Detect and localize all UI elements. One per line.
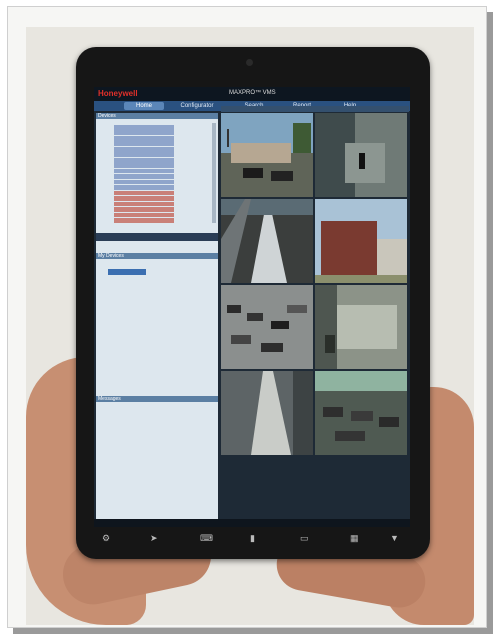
photograph: Honeywell MAXPRO™ VMS Home Configurator … — [26, 27, 474, 625]
tree-scrollbar[interactable] — [212, 123, 216, 223]
chevron-down-icon[interactable]: ▼ — [390, 533, 400, 543]
status-bar — [94, 519, 410, 527]
tablet-dock: ⚙ ➤ ⌨ ▮ ▭ ▦ ▼ — [94, 529, 410, 551]
tab-home[interactable]: Home — [124, 102, 164, 110]
left-pane: Devices My Devices Messages — [96, 113, 218, 523]
camera-tile[interactable] — [221, 199, 313, 283]
app-title: MAXPRO™ VMS — [229, 90, 276, 96]
camera-tile[interactable] — [315, 371, 407, 455]
grid-icon[interactable]: ▦ — [350, 533, 360, 543]
camera-tile[interactable] — [315, 199, 407, 283]
window-icon[interactable]: ▭ — [300, 533, 310, 543]
camera-tile[interactable] — [315, 285, 407, 369]
messages-header: Messages — [96, 396, 218, 402]
title-bar: Honeywell MAXPRO™ VMS — [94, 87, 410, 101]
my-devices-item[interactable] — [108, 269, 146, 275]
devices-header: Devices — [96, 113, 218, 119]
cursor-icon[interactable]: ➤ — [150, 533, 160, 543]
tab-configurator[interactable]: Configurator — [172, 102, 222, 110]
photo-frame: Honeywell MAXPRO™ VMS Home Configurator … — [7, 6, 487, 628]
tablet: Honeywell MAXPRO™ VMS Home Configurator … — [76, 47, 430, 559]
gear-icon[interactable]: ⚙ — [102, 533, 112, 543]
my-devices-header: My Devices — [96, 253, 218, 259]
tablet-screen: Honeywell MAXPRO™ VMS Home Configurator … — [94, 87, 410, 527]
camera-grid — [221, 113, 409, 519]
camera-tile[interactable] — [221, 285, 313, 369]
keyboard-icon[interactable]: ⌨ — [200, 533, 213, 543]
device-tree[interactable] — [100, 125, 212, 230]
device-search[interactable] — [96, 233, 218, 241]
camera-icon[interactable]: ▮ — [250, 533, 260, 543]
front-camera — [246, 59, 253, 66]
brand-logo: Honeywell — [98, 89, 138, 98]
camera-tile[interactable] — [221, 371, 313, 455]
video-toolbar — [221, 106, 409, 112]
camera-tile[interactable] — [315, 113, 407, 197]
camera-tile[interactable] — [221, 113, 313, 197]
